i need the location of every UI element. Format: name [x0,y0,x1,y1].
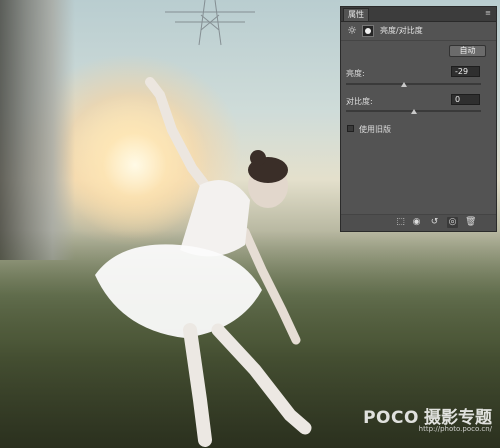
panel-titlebar: 属性 ≡ [341,7,496,22]
clip-to-layer-icon[interactable]: ⬚ [395,217,406,228]
brightness-slider-track[interactable] [346,83,481,85]
watermark-brand: POCO [363,408,419,428]
brightness-slider-thumb[interactable] [401,82,408,87]
view-previous-state-icon[interactable]: ◉ [411,217,422,228]
brightness-input[interactable]: -29 [451,66,480,77]
delete-icon[interactable]: 🗑 [465,217,476,228]
adjustment-title: 亮度/对比度 [380,26,423,35]
contrast-label: 对比度: [346,97,373,106]
panel-menu-icon[interactable]: ≡ [483,9,493,18]
tab-properties[interactable]: 属性 [343,8,369,21]
watermark-url: http://photo.poco.cn/ [418,425,492,433]
contrast-input[interactable]: 0 [451,94,480,105]
auto-button[interactable]: 自动 [449,45,486,57]
layer-mask-icon[interactable] [362,25,374,37]
brightness-label: 亮度: [346,69,365,78]
brightness-contrast-icon: ☼ [347,24,357,37]
properties-panel: 属性 ≡ ☼ 亮度/对比度 自动 亮度: -29 对比度: 0 使用旧版 ⬚ ◉… [340,6,497,232]
panel-bottom-toolbar: ⬚ ◉ ↺ ◎ 🗑 [341,214,496,231]
toggle-visibility-icon[interactable]: ◎ [447,217,458,228]
use-legacy-checkbox[interactable] [347,125,354,132]
contrast-slider-thumb[interactable] [410,109,417,114]
use-legacy-label: 使用旧版 [359,125,391,134]
reset-icon[interactable]: ↺ [429,217,440,228]
adjustment-header: ☼ 亮度/对比度 [341,22,496,41]
poco-watermark: POCO 摄影专题 http://photo.poco.cn/ [363,403,492,433]
